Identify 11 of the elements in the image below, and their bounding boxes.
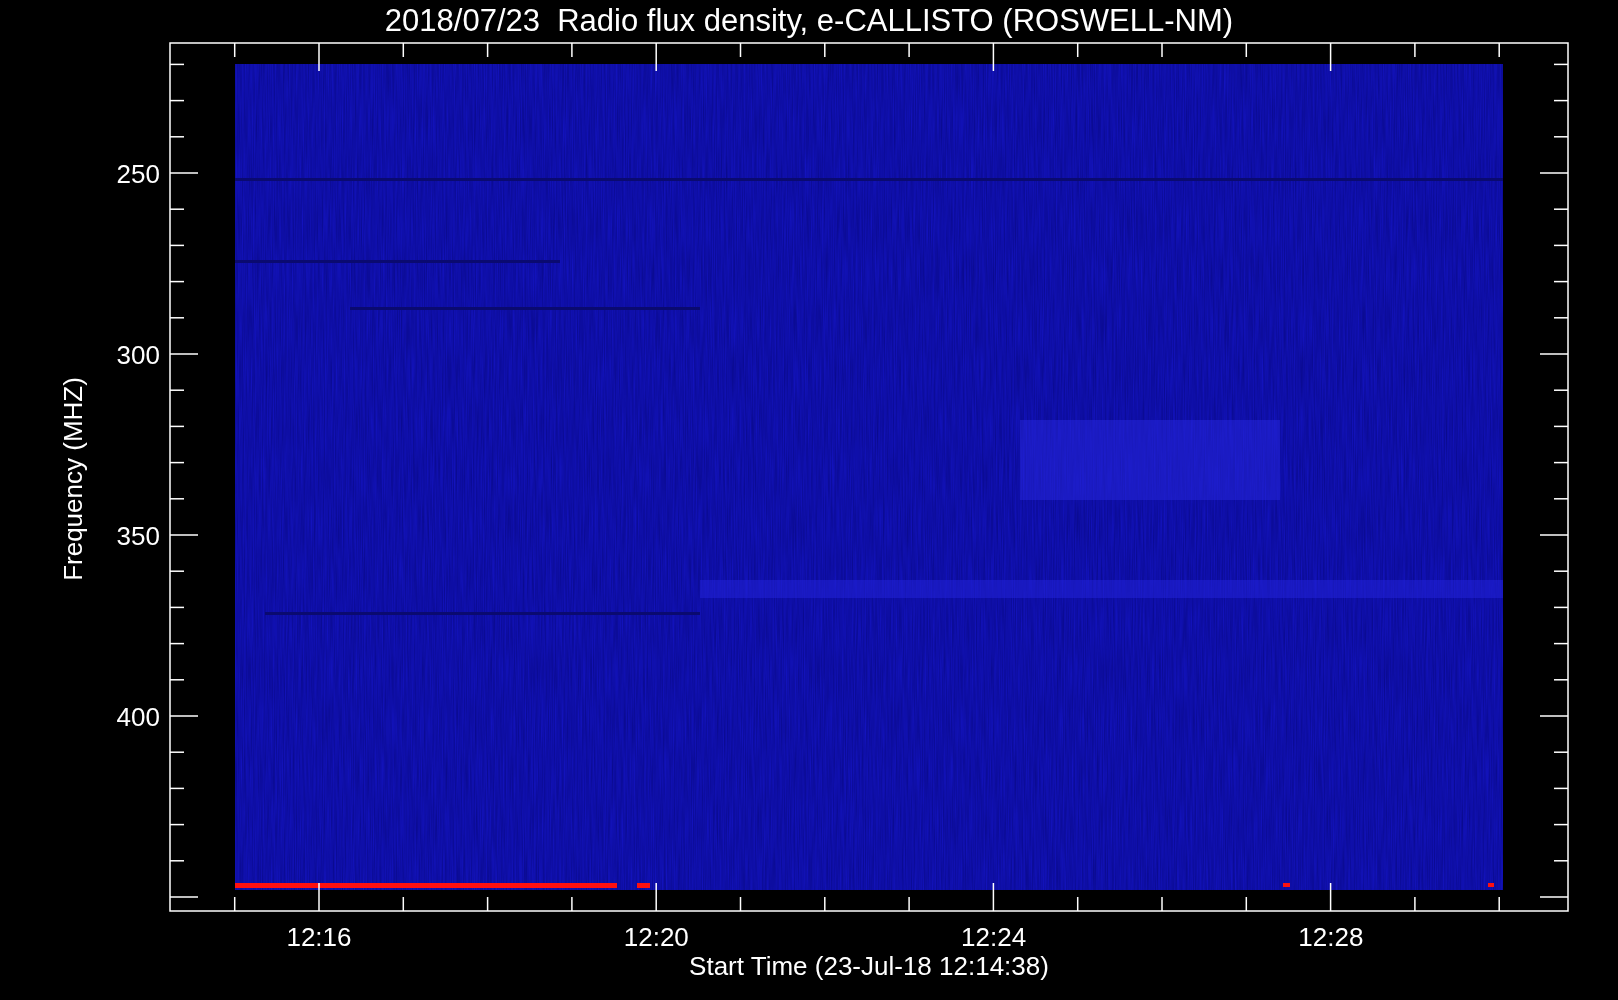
chart-title: 2018/07/23 Radio flux density, e-CALLISTO (ROSWELL-NM) — [384, 3, 1234, 38]
y-axis-label: Frequency (MHZ) — [58, 377, 88, 581]
x-tick-label: 12:20 — [623, 922, 689, 952]
x-axis-label: Start Time (23-Jul-18 12:14:38) — [689, 951, 1049, 981]
y-tick-label: 300 — [116, 340, 160, 370]
x-tick-label: 12:24 — [961, 922, 1027, 952]
y-tick-label: 350 — [116, 521, 160, 551]
y-tick-label: 400 — [116, 702, 160, 732]
y-tick-label: 250 — [116, 159, 160, 189]
x-tick-label: 12:16 — [286, 922, 352, 952]
x-tick-label: 12:28 — [1298, 922, 1364, 952]
